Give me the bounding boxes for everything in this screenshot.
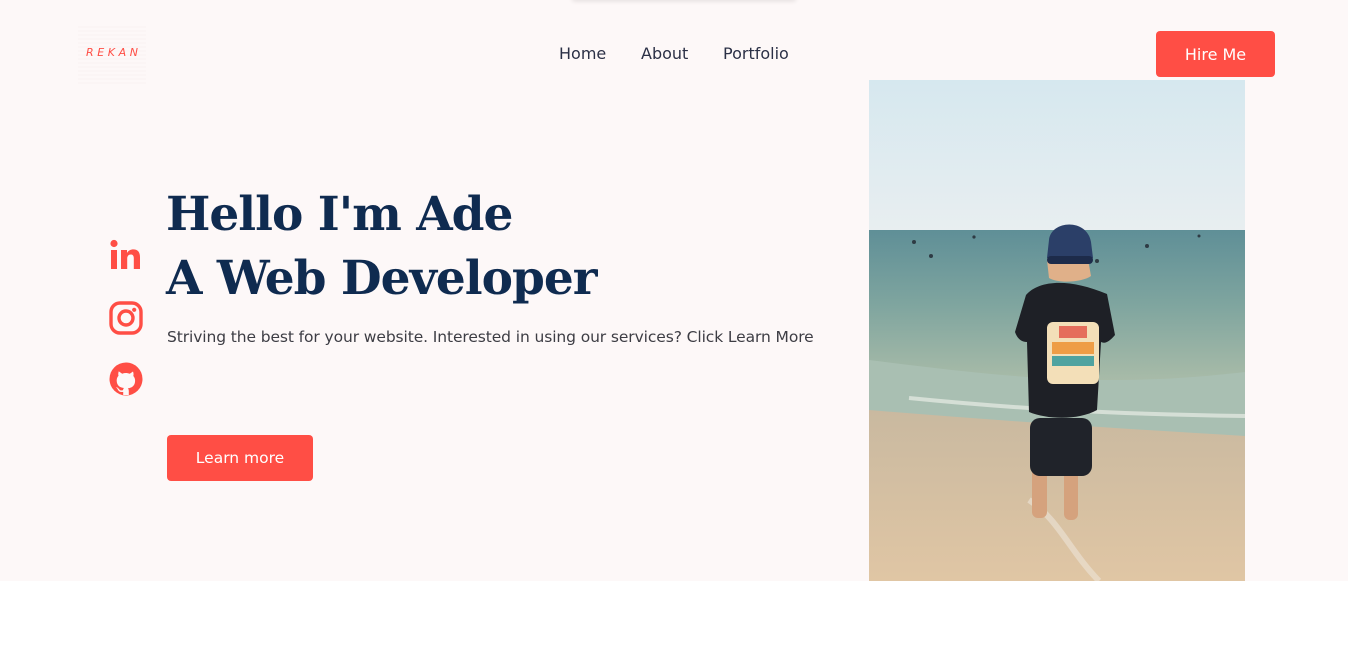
headline-line-1: Hello I'm Ade xyxy=(166,187,513,242)
site-logo[interactable]: REKAN xyxy=(86,46,142,59)
learn-more-button[interactable]: Learn more xyxy=(167,435,313,481)
hero-headline: Hello I'm Ade A Web Developer xyxy=(166,183,598,311)
headline-line-2: A Web Developer xyxy=(166,251,598,306)
nav-link-about[interactable]: About xyxy=(641,44,688,63)
nav-link-portfolio[interactable]: Portfolio xyxy=(723,44,789,63)
profile-photo xyxy=(869,80,1245,581)
instagram-icon[interactable] xyxy=(108,300,144,336)
github-icon[interactable] xyxy=(108,361,144,397)
hero-subtitle: Striving the best for your website. Inte… xyxy=(167,328,814,346)
hire-me-button[interactable]: Hire Me xyxy=(1156,31,1275,77)
linkedin-icon[interactable] xyxy=(108,238,144,274)
nav-link-home[interactable]: Home xyxy=(559,44,606,63)
